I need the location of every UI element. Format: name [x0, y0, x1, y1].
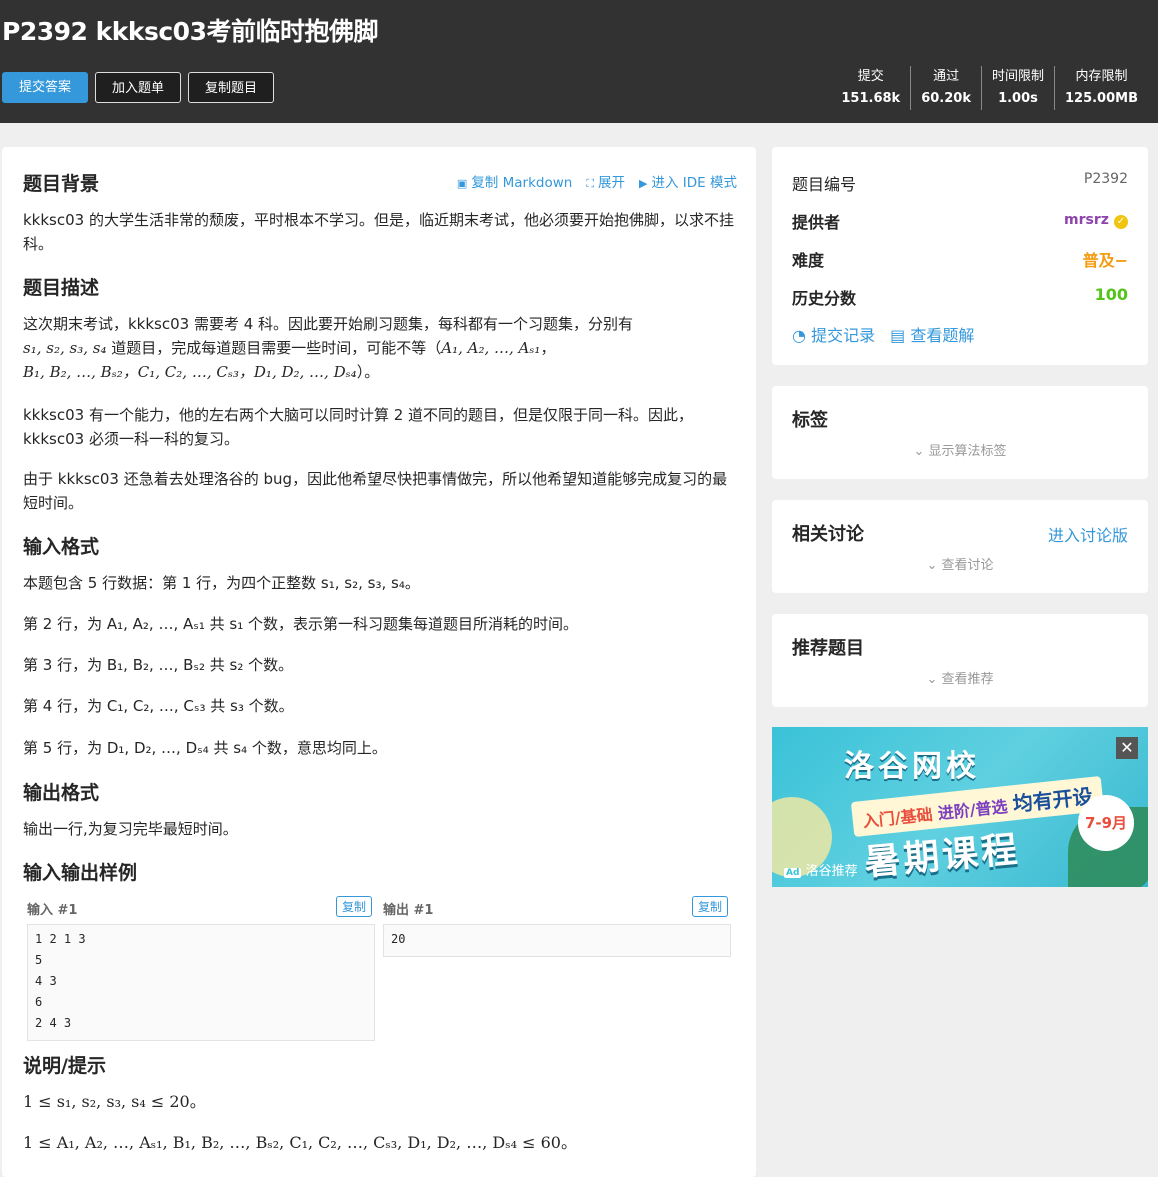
samples-heading: 输入输出样例: [23, 862, 138, 884]
sample-output-label: 输出 #1: [383, 903, 434, 918]
stat-accepted: 通过 60.20k: [910, 66, 981, 110]
hint-line-2: 1 ≤ A₁, A₂, …, Aₛ₁, B₁, B₂, …, Bₛ₂, C₁, …: [23, 1133, 577, 1152]
submit-button[interactable]: 提交答案: [2, 72, 88, 103]
description-heading: 题目描述: [23, 277, 100, 299]
close-ad-button[interactable]: ✕: [1116, 737, 1138, 759]
close-icon: ✕: [1120, 738, 1134, 757]
input-format-heading: 输入格式: [23, 536, 100, 558]
view-recommend-toggle[interactable]: ⌄ 查看推荐: [772, 668, 1148, 687]
copy-problem-button[interactable]: 复制题目: [188, 72, 274, 103]
sample-input-label: 输入 #1: [27, 903, 78, 918]
chevron-down-icon: ⌄: [926, 672, 938, 687]
info-row-provider: 提供者 mrsrz ✓: [792, 209, 1128, 233]
stat-submissions: 提交 151.68k: [841, 69, 901, 106]
summer-course-ad[interactable]: 洛谷网校 入门/基础 进阶/普选 均有开设 7-9月 暑期课程 Ad 洛谷推荐 …: [772, 727, 1148, 887]
description-paragraph-2: kkksc03 有一个能力，他的左右两个大脑可以同时计算 2 道不同的题目，但是…: [23, 406, 694, 448]
background-text: kkksc03 的大学生活非常的颓废，平时根本不学习。但是，临近期末考试，他必须…: [23, 211, 734, 253]
hint-line-1: 1 ≤ s₁, s₂, s₃, s₄ ≤ 20。: [23, 1092, 206, 1111]
problem-header: P2392 kkksc03考前临时抱佛脚 提交答案 加入题单 复制题目 提交 1…: [0, 0, 1158, 123]
tags-card: 标签 ⌄ 显示算法标签: [772, 386, 1148, 479]
ide-mode-link[interactable]: ▶ 进入 IDE 模式: [639, 171, 737, 191]
provider-link[interactable]: mrsrz ✓: [1064, 209, 1128, 233]
expand-link[interactable]: ⛶ 展开: [586, 171, 625, 191]
input-format-line-4: 第 4 行，为 C₁, C₂, …, Cₛ₃ 共 s₃ 个数。: [23, 697, 294, 715]
stat-time-limit: 时间限制 1.00s: [980, 66, 1054, 110]
stat-memory-limit: 内存限制 125.00MB: [1053, 66, 1148, 110]
copy-input-button[interactable]: 复制: [336, 896, 373, 917]
copy-output-button[interactable]: 复制: [692, 896, 729, 917]
background-heading: 题目背景: [23, 173, 100, 195]
chevron-down-icon: ⌄: [926, 558, 938, 573]
recommend-card: 推荐题目 ⌄ 查看推荐: [772, 614, 1148, 707]
output-format-text: 输出一行,为复习完毕最短时间。: [23, 820, 238, 838]
expand-icon: ⛶: [586, 177, 595, 190]
input-format-line-3: 第 3 行，为 B₁, B₂, …, Bₛ₂ 共 s₂ 个数。: [23, 656, 294, 674]
sample-input[interactable]: 1 2 1 3 5 4 3 6 2 4 3: [27, 924, 375, 1041]
add-to-list-button[interactable]: 加入题单: [95, 72, 181, 103]
sample-output[interactable]: 20: [383, 924, 731, 957]
copy-markdown-link[interactable]: ▣ 复制 Markdown: [457, 171, 572, 191]
pie-chart-icon: ◔: [792, 326, 806, 345]
problem-content-card: ▣ 复制 Markdown ⛶ 展开 ▶ 进入 IDE 模式 题目背景 kkksc03…: [2, 147, 756, 1177]
verified-badge-icon: ✓: [1114, 215, 1128, 229]
recommend-title: 推荐题目: [792, 638, 864, 659]
info-row-score: 历史分数 100: [792, 285, 1128, 308]
info-links: ◔ 提交记录 ▤ 查看题解: [792, 322, 974, 346]
description-paragraph-1: 这次期末考试，kkksc03 需要考 4 科。因此要开始刷习题集，每科都有一个习…: [23, 315, 634, 381]
terminal-icon: ▶: [639, 177, 648, 190]
enter-forum-link[interactable]: 进入讨论版: [1048, 522, 1128, 546]
info-row-id: 题目编号 P2392: [792, 171, 1128, 194]
ad-mark: Ad: [784, 868, 802, 878]
view-solutions-link[interactable]: ▤ 查看题解: [890, 326, 974, 345]
info-row-difficulty: 难度 普及−: [792, 251, 1128, 270]
book-icon: ▤: [890, 326, 906, 345]
input-format-line-1: 本题包含 5 行数据：第 1 行，为四个正整数 s₁, s₂, s₃, s₄。: [23, 574, 420, 592]
show-tags-toggle[interactable]: ⌄ 显示算法标签: [772, 440, 1148, 459]
discussion-title: 相关讨论: [792, 524, 864, 545]
tags-title: 标签: [792, 410, 828, 431]
ad-tag: Ad 洛谷推荐: [784, 864, 858, 879]
page-title: P2392 kkksc03考前临时抱佛脚: [2, 17, 378, 46]
input-format-line-2: 第 2 行，为 A₁, A₂, …, Aₛ₁ 共 s₁ 个数，表示第一科习题集每…: [23, 615, 579, 633]
problem-stats: 提交 151.68k 通过 60.20k 时间限制 1.00s 内存限制 125…: [831, 66, 1148, 110]
problem-info-card: 题目编号 P2392 提供者 mrsrz ✓ 难度 普及− 历史分数 100 ◔…: [772, 147, 1148, 365]
chevron-down-icon: ⌄: [913, 444, 925, 459]
hint-heading: 说明/提示: [23, 1055, 106, 1077]
input-format-line-5: 第 5 行，为 D₁, D₂, …, Dₛ₄ 共 s₄ 个数，意思均同上。: [23, 739, 387, 757]
description-paragraph-3: 由于 kkksc03 还急着去处理洛谷的 bug，因此他希望尽快把事情做完，所以…: [23, 470, 728, 512]
discussion-card: 相关讨论 进入讨论版 ⌄ 查看讨论: [772, 500, 1148, 593]
submission-records-link[interactable]: ◔ 提交记录: [792, 326, 875, 345]
content-toolbar: ▣ 复制 Markdown ⛶ 展开 ▶ 进入 IDE 模式: [457, 171, 737, 191]
markdown-icon: ▣: [456, 177, 468, 190]
output-format-heading: 输出格式: [23, 782, 100, 804]
view-discussion-toggle[interactable]: ⌄ 查看讨论: [772, 554, 1148, 573]
ad-brand: 洛谷网校: [844, 749, 980, 784]
ad-date-badge: 7-9月: [1078, 795, 1134, 851]
